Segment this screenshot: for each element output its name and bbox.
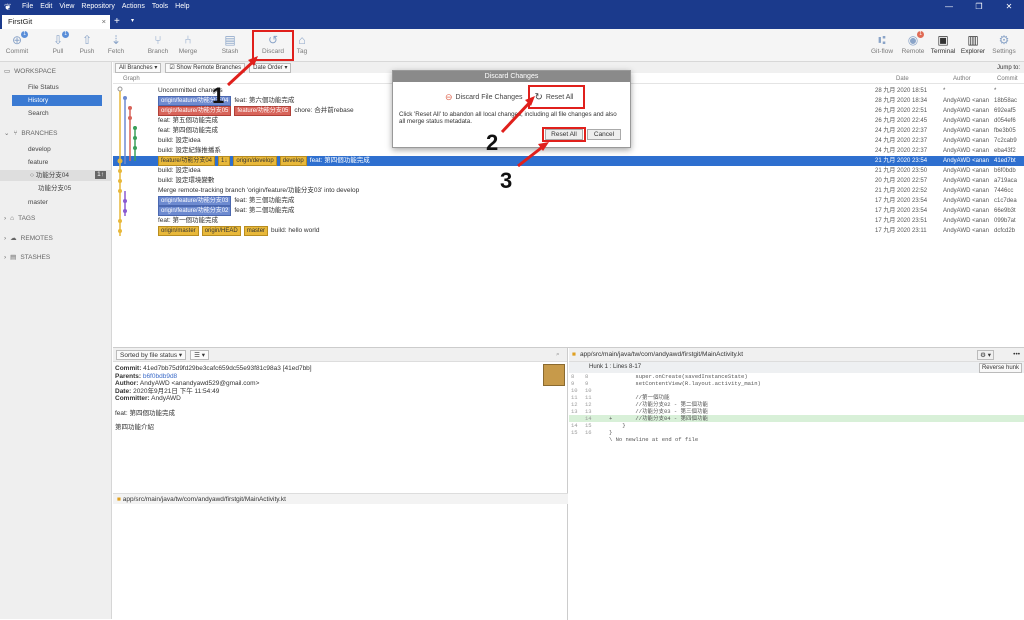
annotation-2: 2 [486, 130, 499, 155]
annotation-arrows [226, 56, 549, 168]
annotation-3: 3 [500, 168, 513, 193]
annotation-1: 1 [212, 83, 225, 108]
